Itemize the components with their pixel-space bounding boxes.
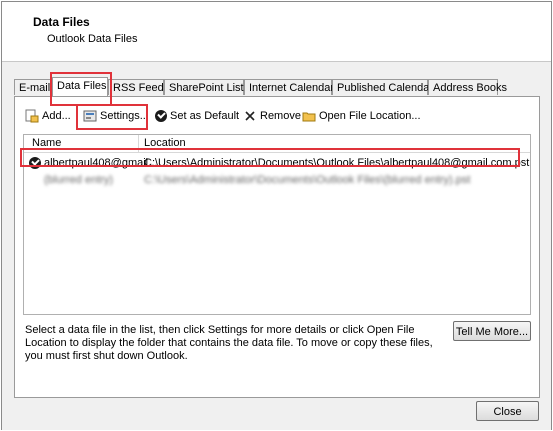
add-button[interactable]: Add... <box>25 107 71 125</box>
page-subtitle: Outlook Data Files <box>47 33 138 45</box>
row-name: (blurred entry) <box>44 174 114 186</box>
tab-email[interactable]: E-mail <box>14 79 52 95</box>
row-location: C:\Users\Administrator\Documents\Outlook… <box>144 174 471 186</box>
folder-icon <box>302 109 316 123</box>
set-as-default-label: Set as Default <box>170 110 240 122</box>
list-item[interactable]: (blurred entry) C:\Users\Administrator\D… <box>26 172 526 188</box>
add-label: Add... <box>42 110 71 122</box>
tab-address-books[interactable]: Address Books <box>428 79 507 95</box>
remove-x-icon <box>243 109 257 123</box>
tell-me-more-button[interactable]: Tell Me More... <box>453 321 531 341</box>
data-files-tab-highlight <box>50 72 112 106</box>
default-row-highlight <box>20 148 520 167</box>
set-as-default-button[interactable]: Set as Default <box>155 107 239 125</box>
data-files-panel: Add... Settings... Set as Default Remove <box>14 96 540 398</box>
remove-label: Remove <box>260 110 301 122</box>
tab-published-calendars[interactable]: Published Calendars <box>332 79 439 95</box>
remove-button[interactable]: Remove <box>243 107 301 125</box>
help-description: Select a data file in the list, then cli… <box>25 324 433 362</box>
tab-rss-feeds[interactable]: RSS Feeds <box>108 79 169 95</box>
add-file-icon <box>25 109 39 123</box>
open-file-location-label: Open File Location... <box>319 110 421 122</box>
close-button[interactable]: Close <box>476 401 539 421</box>
open-file-location-button[interactable]: Open File Location... <box>302 107 421 125</box>
account-settings-window: Data Files Outlook Data Files E-mail Dat… <box>1 1 552 430</box>
check-circle-icon <box>155 110 167 122</box>
tab-internet-calendars[interactable]: Internet Calendars <box>244 79 340 95</box>
tab-sharepoint-lists[interactable]: SharePoint Lists <box>164 79 249 95</box>
dialog-header: Data Files Outlook Data Files <box>2 2 551 60</box>
settings-button-highlight <box>76 104 148 130</box>
page-title: Data Files <box>33 15 90 29</box>
